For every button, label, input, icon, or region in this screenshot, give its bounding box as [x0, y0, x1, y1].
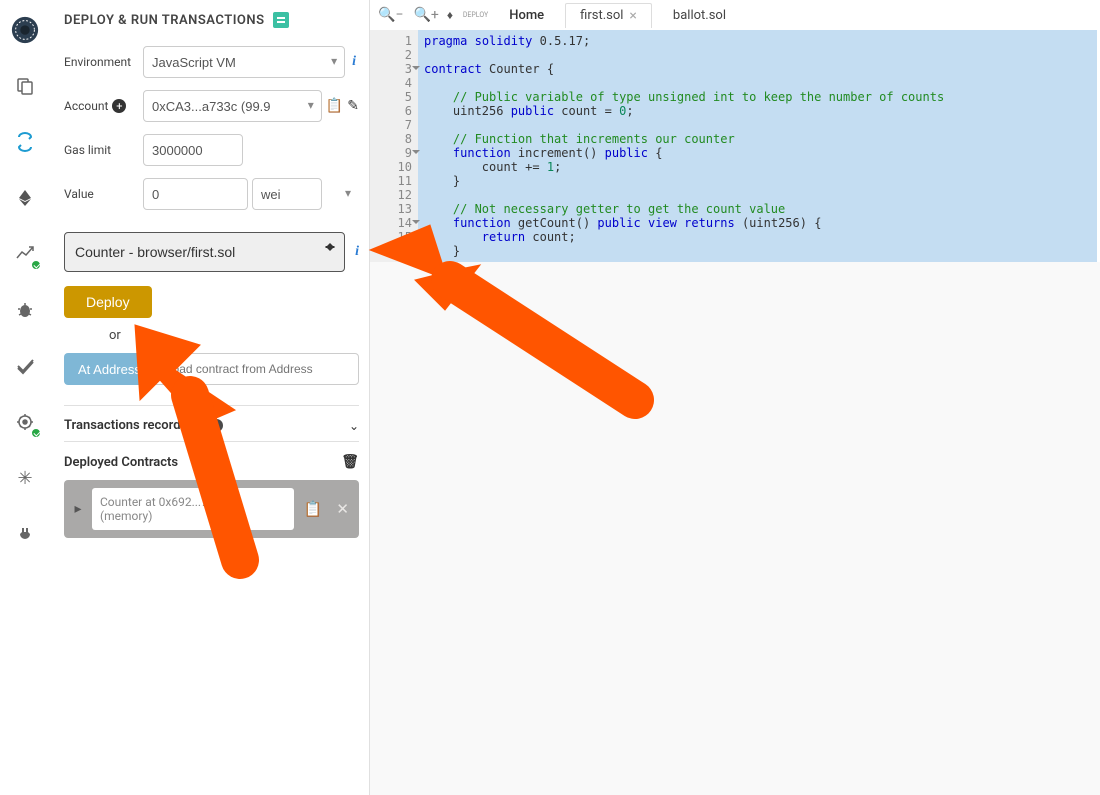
- file-explorer-icon[interactable]: [10, 71, 40, 101]
- remove-deployed-icon[interactable]: ✕: [332, 500, 353, 518]
- gas-limit-input[interactable]: [143, 134, 243, 166]
- or-text: or: [109, 328, 359, 343]
- settings-plug-icon[interactable]: [10, 519, 40, 549]
- transactions-recorded-label: Transactions recorded:: [64, 418, 198, 433]
- transactions-recorded-count: 1: [204, 419, 222, 432]
- tab-home[interactable]: Home: [494, 3, 559, 27]
- editor-area: 🔍− 🔍+ ♦ DEPLOY Home first.sol × ballot.s…: [370, 0, 1100, 795]
- eth-mini-icon: ♦: [447, 8, 457, 22]
- analysis-icon[interactable]: [10, 239, 40, 269]
- zoom-out-icon[interactable]: 🔍−: [376, 7, 405, 23]
- compiler-icon[interactable]: [10, 127, 40, 157]
- icon-rail: ✳: [0, 0, 50, 795]
- value-label: Value: [64, 187, 139, 201]
- line-gutter: 12345678910111213141516: [370, 30, 418, 262]
- panel-title-text: DEPLOY & RUN TRANSACTIONS: [64, 13, 265, 28]
- code-editor[interactable]: 12345678910111213141516 pragma solidity …: [370, 30, 1097, 262]
- unit-test-icon[interactable]: [10, 351, 40, 381]
- plugin-manager-icon[interactable]: [10, 407, 40, 437]
- tab-first-sol[interactable]: first.sol ×: [565, 3, 652, 28]
- panel-title: DEPLOY & RUN TRANSACTIONS: [64, 12, 359, 28]
- account-select[interactable]: 0xCA3...a733c (99.9: [143, 90, 322, 122]
- gas-limit-label: Gas limit: [64, 143, 139, 157]
- copy-deployed-icon[interactable]: 📋: [300, 500, 327, 518]
- deploy-run-panel: DEPLOY & RUN TRANSACTIONS Environment Ja…: [50, 0, 370, 795]
- debugger-icon[interactable]: [10, 295, 40, 325]
- at-address-button[interactable]: At Address: [64, 353, 155, 385]
- deployed-expand-icon[interactable]: ▸: [70, 501, 86, 517]
- environment-info-icon[interactable]: i: [349, 54, 359, 70]
- deploy-button[interactable]: Deploy: [64, 286, 152, 318]
- remix-logo-icon[interactable]: [10, 15, 40, 45]
- close-tab-icon[interactable]: ×: [629, 8, 636, 24]
- environment-label: Environment: [64, 55, 139, 69]
- code-content[interactable]: pragma solidity 0.5.17; contract Counter…: [418, 30, 1097, 262]
- zoom-in-icon[interactable]: 🔍+: [411, 7, 440, 23]
- contract-info-icon[interactable]: i: [355, 244, 359, 260]
- value-amount-input[interactable]: [143, 178, 248, 210]
- deployed-contracts-header: Deployed Contracts: [64, 455, 178, 470]
- value-unit-select[interactable]: wei: [252, 178, 322, 210]
- bug-icon[interactable]: ✳: [10, 463, 40, 493]
- editor-topbar: 🔍− 🔍+ ♦ DEPLOY Home first.sol × ballot.s…: [370, 0, 1100, 30]
- deployed-contract-name: Counter at 0x692...77b3A (memory): [92, 488, 294, 530]
- contract-select[interactable]: Counter - browser/first.sol: [64, 232, 345, 272]
- edit-account-icon[interactable]: ✎: [347, 98, 359, 114]
- status-ok-dot: [30, 259, 42, 271]
- account-label: Account +: [64, 99, 139, 113]
- transactions-toggle-icon[interactable]: ⌄: [349, 419, 359, 433]
- environment-select[interactable]: JavaScript VM: [143, 46, 345, 78]
- status-ok-dot: [30, 427, 42, 439]
- at-address-input[interactable]: [155, 353, 359, 385]
- tab-ballot-sol[interactable]: ballot.sol: [658, 3, 741, 27]
- deploy-run-icon[interactable]: [10, 183, 40, 213]
- account-add-icon[interactable]: +: [112, 99, 126, 113]
- deployed-contract-row: ▸ Counter at 0x692...77b3A (memory) 📋 ✕: [64, 480, 359, 538]
- panel-title-badge-icon: [273, 12, 289, 28]
- copy-account-icon[interactable]: 📋: [326, 98, 343, 114]
- clear-deployed-icon[interactable]: 🗑: [341, 454, 359, 470]
